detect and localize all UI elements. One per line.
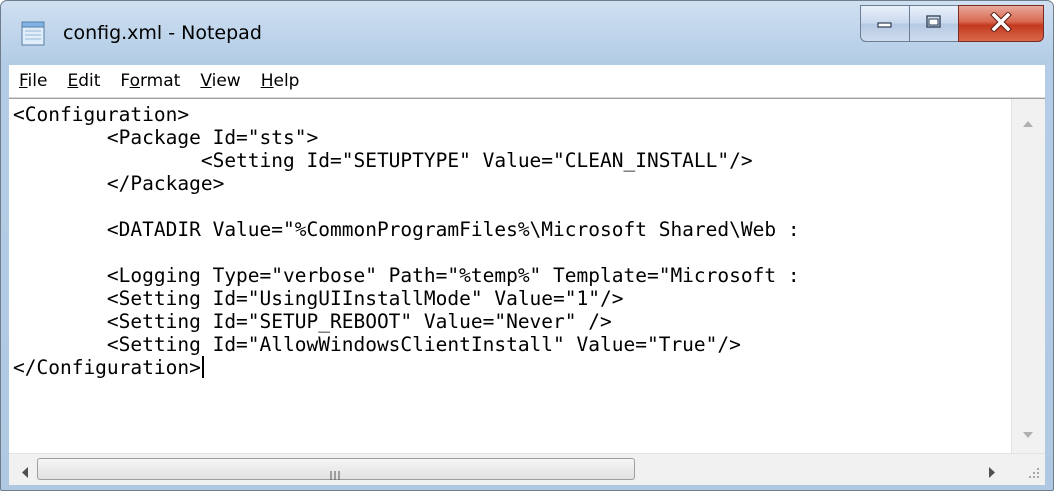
menu-edit[interactable]: Edit [57,71,110,91]
code-line: <Logging Type="verbose" Path="%temp%" Te… [13,264,800,287]
minimize-button[interactable] [860,5,910,42]
notepad-window: config.xml - Notepad File Edit Format Vi… [0,0,1054,491]
code-line: <Package Id="sts"> [13,126,319,149]
scroll-down-arrow-icon[interactable] [1023,424,1033,443]
notepad-icon [19,19,47,47]
minimize-icon [876,14,894,33]
scroll-left-arrow-icon[interactable] [21,463,28,482]
horizontal-scroll-thumb[interactable] [37,458,635,480]
code-line: <DATADIR Value="%CommonProgramFiles%\Mic… [13,218,800,241]
menu-view[interactable]: View [190,71,250,91]
code-line: <Setting Id="SETUP_REBOOT" Value="Never"… [13,310,612,333]
code-line: </Package> [13,172,225,195]
text-area[interactable]: <Configuration> <Package Id="sts"> <Sett… [9,99,1012,454]
vertical-scrollbar[interactable] [1011,99,1045,454]
close-button[interactable] [958,5,1044,42]
code-line: <Setting Id="UsingUIInstallMode" Value="… [13,287,624,310]
code-line: <Configuration> [13,103,190,126]
maximize-button[interactable] [909,5,959,42]
scroll-up-arrow-icon[interactable] [1023,112,1033,131]
maximize-icon [925,14,943,34]
horizontal-scrollbar[interactable] [9,453,1045,485]
menu-bar: File Edit Format View Help [9,65,1045,98]
text-editor[interactable]: <Configuration> <Package Id="sts"> <Sett… [9,98,1045,454]
window-title: config.xml - Notepad [63,22,262,44]
scroll-right-arrow-icon[interactable] [989,463,996,482]
close-icon [990,10,1012,36]
code-line: <Setting Id="SETUPTYPE" Value="CLEAN_INS… [13,149,753,172]
code-line: </Configuration> [13,356,201,379]
code-line: <Setting Id="AllowWindowsClientInstall" … [13,333,741,356]
menu-help[interactable]: Help [251,71,310,91]
text-caret [201,356,204,378]
menu-format[interactable]: Format [110,71,190,91]
menu-file[interactable]: File [9,71,57,91]
grip-icon [328,465,342,480]
resize-grip-icon [1012,468,1045,489]
resize-grip[interactable] [1012,454,1045,485]
title-bar[interactable]: config.xml - Notepad [1,1,1053,59]
document-text[interactable]: <Configuration> <Package Id="sts"> <Sett… [9,99,1012,379]
